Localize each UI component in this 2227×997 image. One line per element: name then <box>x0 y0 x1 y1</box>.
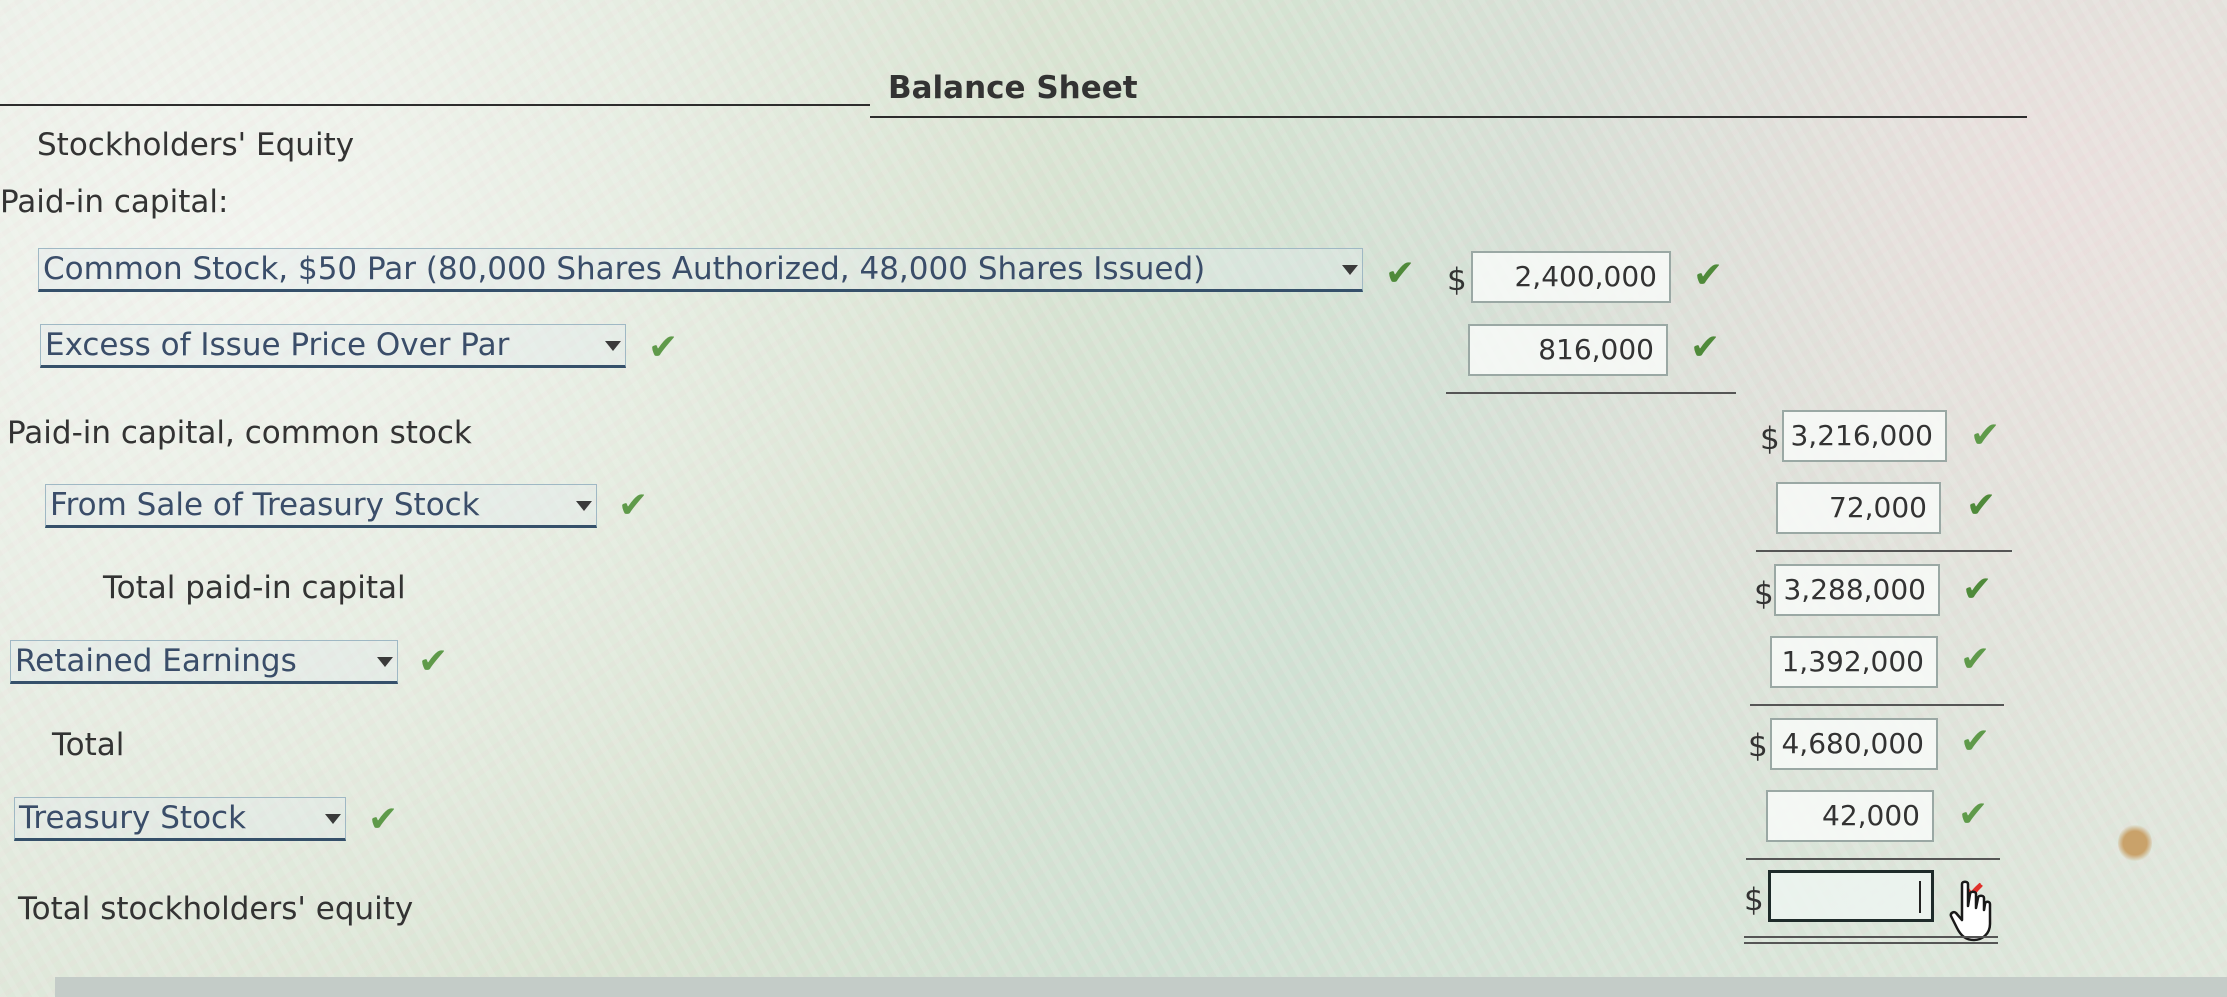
check-icon: ✔ <box>1690 327 1721 368</box>
hand-pointer-icon <box>1949 880 1992 942</box>
chevron-down-icon <box>377 657 393 667</box>
paid-in-common-amount-input[interactable]: 3,216,000 <box>1782 410 1947 462</box>
common-stock-amount-input[interactable]: 2,400,000 <box>1471 251 1671 303</box>
total-label: Total <box>52 727 125 763</box>
subtotal-rule <box>1750 704 2004 706</box>
common-stock-dropdown[interactable]: Common Stock, $50 Par (80,000 Shares Aut… <box>38 248 1363 292</box>
excess-par-amount-input[interactable]: 816,000 <box>1468 324 1668 376</box>
total-paid-in-amount-input[interactable]: 3,288,000 <box>1774 564 1940 616</box>
total-equity-label: Total stockholders' equity <box>18 891 414 927</box>
treasury-sale-dropdown-label: From Sale of Treasury Stock <box>50 487 480 523</box>
dollar-sign: $ <box>1754 576 1774 612</box>
subtotal-rule <box>1746 858 2000 860</box>
excess-par-dropdown[interactable]: Excess of Issue Price Over Par <box>40 324 626 368</box>
check-icon: ✔ <box>1385 253 1416 294</box>
dollar-sign: $ <box>1748 728 1768 764</box>
check-icon: ✔ <box>1693 255 1724 296</box>
total-equity-amount-input[interactable] <box>1768 870 1934 922</box>
chevron-down-icon <box>605 341 621 351</box>
check-icon: ✔ <box>1960 721 1991 762</box>
check-icon: ✔ <box>1958 794 1989 835</box>
subtotal-rule <box>1756 550 2012 552</box>
treasury-sale-dropdown[interactable]: From Sale of Treasury Stock <box>45 484 597 528</box>
paid-in-common-label: Paid-in capital, common stock <box>7 415 472 451</box>
page-title: Balance Sheet <box>888 70 1138 106</box>
dollar-sign: $ <box>1447 262 1467 298</box>
treasury-stock-amount-input[interactable]: 42,000 <box>1766 790 1934 842</box>
check-icon: ✔ <box>1962 569 1993 610</box>
bottom-scroll-bar <box>55 977 2227 997</box>
treasury-stock-dropdown[interactable]: Treasury Stock <box>14 797 346 841</box>
double-rule-bottom <box>1744 942 1998 944</box>
treasury-sale-amount-input[interactable]: 72,000 <box>1776 482 1941 534</box>
retained-earnings-dropdown[interactable]: Retained Earnings <box>10 640 398 684</box>
paid-in-capital-label: Paid-in capital: <box>0 184 229 220</box>
excess-par-dropdown-label: Excess of Issue Price Over Par <box>45 327 510 363</box>
chevron-down-icon <box>325 814 341 824</box>
header-rule-left <box>0 104 870 106</box>
retained-earnings-dropdown-label: Retained Earnings <box>15 643 297 679</box>
chevron-down-icon <box>1342 265 1358 275</box>
subtotal-rule <box>1446 392 1736 394</box>
treasury-stock-dropdown-label: Treasury Stock <box>19 800 247 836</box>
common-stock-dropdown-label: Common Stock, $50 Par (80,000 Shares Aut… <box>43 251 1206 287</box>
check-icon: ✔ <box>618 485 649 526</box>
section-label: Stockholders' Equity <box>37 127 355 163</box>
double-rule-top <box>1744 936 1998 938</box>
check-icon: ✔ <box>1970 415 2001 456</box>
header-rule-right <box>870 116 2027 118</box>
dollar-sign: $ <box>1744 882 1764 918</box>
check-icon: ✔ <box>1966 485 1997 526</box>
retained-earnings-amount-input[interactable]: 1,392,000 <box>1770 636 1938 688</box>
chevron-down-icon <box>576 501 592 511</box>
check-icon: ✔ <box>648 327 679 368</box>
check-icon: ✔ <box>1960 639 1991 680</box>
text-cursor <box>1919 881 1921 913</box>
check-icon: ✔ <box>368 799 399 840</box>
total-paid-in-label: Total paid-in capital <box>103 570 406 606</box>
total-amount-input[interactable]: 4,680,000 <box>1770 718 1938 770</box>
dollar-sign: $ <box>1760 421 1780 457</box>
check-icon: ✔ <box>418 641 449 682</box>
photo-smudge <box>2118 823 2152 863</box>
